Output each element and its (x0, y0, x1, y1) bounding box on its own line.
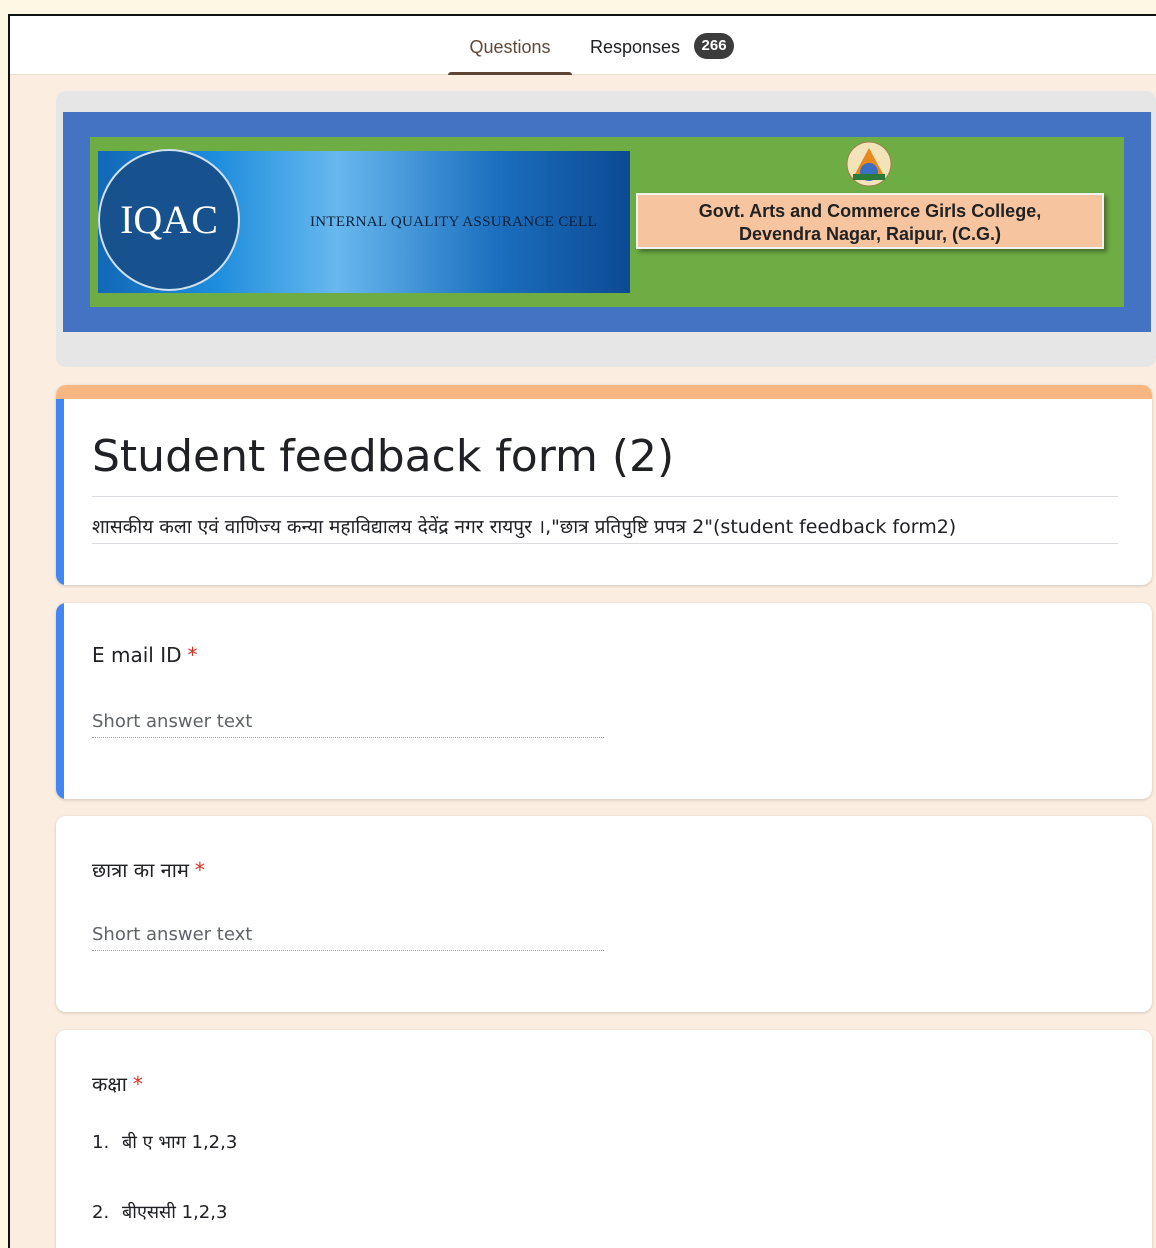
header-banner: IQAC INTERNAL QUALITY ASSURANCE CELL Gov… (63, 112, 1151, 332)
question-title: E mail ID * (92, 643, 198, 667)
form-editor-frame: Questions Responses 266 IQAC INTERNAL QUA… (8, 14, 1156, 1248)
header-image-card: IQAC INTERNAL QUALITY ASSURANCE CELL Gov… (56, 91, 1156, 367)
theme-color-strip (56, 385, 1152, 399)
active-tab-indicator (448, 72, 572, 75)
option-text: बीएससी 1,2,3 (122, 1202, 228, 1223)
required-asterisk: * (194, 858, 205, 882)
question-card-student-name[interactable]: छात्रा का नाम * (56, 816, 1152, 1012)
option-text: बी ए भाग 1,2,3 (122, 1132, 238, 1153)
active-card-indicator (56, 603, 64, 799)
list-option[interactable]: 2. बीएससी 1,2,3 (92, 1200, 227, 1224)
form-title-card[interactable]: Student feedback form (2) शासकीय कला एवं… (56, 385, 1152, 585)
iqac-panel: IQAC INTERNAL QUALITY ASSURANCE CELL (98, 149, 630, 293)
tab-responses-label: Responses (590, 37, 681, 57)
banner-green-panel: IQAC INTERNAL QUALITY ASSURANCE CELL Gov… (90, 137, 1124, 307)
short-answer-field[interactable] (92, 705, 604, 738)
question-card-class[interactable]: कक्षा * 1. बी ए भाग 1,2,3 2. बीएससी 1,2,3 (56, 1030, 1152, 1248)
college-name-line2: Devendra Nagar, Raipur, (C.G.) (738, 224, 1002, 244)
description-underline (92, 543, 1118, 544)
list-option[interactable]: 1. बी ए भाग 1,2,3 (92, 1130, 237, 1154)
tab-questions-label: Questions (469, 37, 551, 57)
form-description[interactable]: शासकीय कला एवं वाणिज्य कन्या महाविद्यालय… (92, 513, 956, 539)
top-tab-bar: Questions Responses 266 (10, 16, 1156, 75)
college-name-line1: Govt. Arts and Commerce Girls College, (698, 201, 1042, 221)
tab-responses[interactable]: Responses 266 (590, 16, 735, 74)
required-asterisk: * (187, 643, 198, 667)
iqac-logo: IQAC (98, 149, 240, 291)
form-title[interactable]: Student feedback form (2) (92, 431, 674, 482)
title-underline (92, 496, 1118, 497)
short-answer-field[interactable] (92, 918, 604, 951)
college-emblem-icon (846, 141, 892, 187)
tab-questions[interactable]: Questions (448, 16, 572, 75)
iqac-subtitle: INTERNAL QUALITY ASSURANCE CELL (310, 214, 597, 230)
active-card-indicator (56, 399, 64, 585)
required-asterisk: * (132, 1072, 143, 1096)
question-title: छात्रा का नाम * (92, 858, 205, 882)
college-name-box: Govt. Arts and Commerce Girls College, D… (636, 193, 1104, 249)
question-card-email[interactable]: E mail ID * (56, 603, 1152, 799)
question-title: कक्षा * (92, 1072, 143, 1096)
responses-count-badge: 266 (694, 33, 735, 60)
